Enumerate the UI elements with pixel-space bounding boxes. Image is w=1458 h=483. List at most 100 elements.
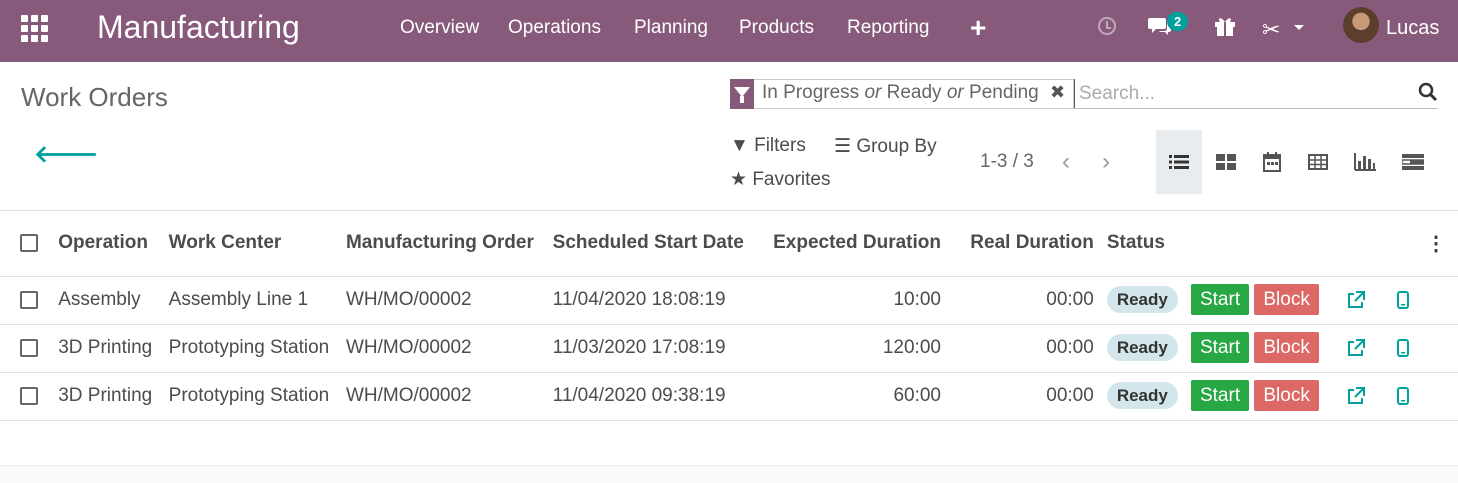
tablet-icon[interactable]	[1396, 290, 1410, 309]
nav-products[interactable]: Products	[739, 17, 814, 39]
filter-icon: ▼	[730, 135, 749, 156]
row-select-cell	[0, 324, 57, 372]
table-row[interactable]: Assembly Assembly Line 1 WH/MO/00002 11/…	[0, 276, 1458, 324]
avatar[interactable]	[1343, 7, 1379, 43]
col-operation[interactable]: Operation	[57, 211, 167, 276]
user-name[interactable]: Lucas	[1386, 17, 1439, 40]
bars-icon: ☰	[834, 136, 852, 157]
pivot-view-icon[interactable]	[1295, 130, 1341, 194]
app-title[interactable]: Manufacturing	[97, 9, 300, 46]
chevron-down-icon[interactable]	[1294, 25, 1304, 30]
cell-start-date: 11/03/2020 17:08:19	[552, 337, 726, 358]
back-arrow-icon[interactable]: 🡐	[34, 139, 98, 169]
col-expected-duration[interactable]: Expected Duration	[759, 211, 953, 276]
start-button[interactable]: Start	[1190, 284, 1250, 315]
kanban-view-icon[interactable]	[1203, 130, 1249, 194]
control-panel: Work Orders 🡐 In Progress or Ready or Pe…	[0, 62, 1458, 211]
tablet-icon[interactable]	[1396, 338, 1410, 357]
cell-mo: WH/MO/00002	[345, 385, 472, 406]
start-button[interactable]: Start	[1190, 380, 1250, 411]
cell-links	[1337, 372, 1425, 420]
nav-operations[interactable]: Operations	[508, 17, 601, 39]
groupby-button[interactable]: ☰ Group By	[834, 135, 937, 158]
facet-remove-icon[interactable]: ✖	[1050, 82, 1065, 102]
graph-view-icon[interactable]	[1342, 130, 1388, 194]
facet-or: or	[946, 82, 964, 103]
apps-menu-icon[interactable]	[21, 15, 48, 42]
list-view-icon[interactable]	[1156, 130, 1202, 194]
chevron-right-icon[interactable]: ›	[1102, 148, 1110, 176]
status-badge: Ready	[1106, 382, 1178, 409]
chat-badge: 2	[1167, 12, 1189, 31]
star-icon: ★	[730, 169, 748, 190]
search-input[interactable]	[1074, 79, 1414, 109]
pager-value[interactable]: 1-3 / 3	[980, 151, 1034, 173]
col-work-center[interactable]: Work Center	[168, 211, 345, 276]
external-link-icon[interactable]	[1346, 290, 1366, 310]
row-checkbox[interactable]	[20, 386, 38, 405]
search-underline	[1074, 108, 1438, 109]
col-links	[1337, 211, 1425, 276]
optional-columns-cell: ⋮	[1425, 211, 1458, 276]
cell-real-duration: 00:00	[1046, 337, 1094, 358]
col-actions	[1191, 211, 1337, 276]
cell-links	[1337, 324, 1425, 372]
cell-mo: WH/MO/00002	[345, 289, 472, 310]
cell-empty	[1425, 324, 1458, 372]
start-button[interactable]: Start	[1190, 332, 1250, 363]
tools-icon[interactable]: ✂	[1262, 17, 1280, 43]
nav-planning[interactable]: Planning	[634, 17, 708, 39]
calendar-view-icon[interactable]	[1249, 130, 1295, 194]
activity-clock-icon[interactable]	[1098, 17, 1116, 35]
nav-overview[interactable]: Overview	[400, 17, 479, 39]
facet-or: or	[864, 82, 882, 103]
col-scheduled-start-date[interactable]: Scheduled Start Date	[552, 211, 759, 276]
col-manufacturing-order[interactable]: Manufacturing Order	[345, 211, 552, 276]
work-orders-table: Operation Work Center Manufacturing Orde…	[0, 211, 1458, 421]
facet-value-ready: Ready	[886, 82, 942, 103]
cell-real-duration: 00:00	[1046, 289, 1094, 310]
cell-links	[1337, 276, 1425, 324]
cell-real-duration: 00:00	[1046, 385, 1094, 406]
search-facet[interactable]: In Progress or Ready or Pending ✖	[754, 79, 1075, 109]
search-icon[interactable]	[1418, 82, 1438, 102]
block-button[interactable]: Block	[1254, 284, 1319, 315]
top-navbar: Manufacturing Overview Operations Planni…	[0, 0, 1458, 62]
filters-label: Filters	[754, 135, 806, 156]
table-row[interactable]: 3D Printing Prototyping Station WH/MO/00…	[0, 372, 1458, 420]
gantt-view-icon[interactable]	[1390, 130, 1436, 194]
row-checkbox[interactable]	[20, 290, 38, 309]
cell-empty	[1425, 372, 1458, 420]
chevron-left-icon[interactable]: ‹	[1062, 148, 1070, 176]
favorites-label: Favorites	[752, 169, 831, 190]
cell-operation: 3D Printing	[58, 337, 153, 358]
table-row[interactable]: 3D Printing Prototyping Station WH/MO/00…	[0, 324, 1458, 372]
list-footer	[0, 465, 1458, 483]
plus-icon[interactable]: +	[970, 12, 986, 44]
groupby-label: Group By	[856, 136, 937, 157]
block-button[interactable]: Block	[1254, 332, 1319, 363]
row-checkbox[interactable]	[20, 338, 38, 357]
col-real-duration[interactable]: Real Duration	[953, 211, 1106, 276]
cell-expected-duration: 60:00	[893, 385, 941, 406]
favorites-button[interactable]: ★ Favorites	[730, 168, 830, 191]
block-button[interactable]: Block	[1254, 380, 1319, 411]
external-link-icon[interactable]	[1346, 338, 1366, 358]
external-link-icon[interactable]	[1346, 386, 1366, 406]
cell-work-center: Assembly Line 1	[168, 289, 309, 310]
cell-actions: Start Block	[1190, 324, 1337, 372]
select-all-checkbox[interactable]	[20, 234, 38, 253]
tablet-icon[interactable]	[1396, 386, 1410, 405]
cell-status: Ready	[1106, 372, 1191, 420]
nav-reporting[interactable]: Reporting	[847, 17, 929, 39]
cell-empty	[1425, 276, 1458, 324]
status-badge: Ready	[1106, 334, 1178, 361]
cell-status: Ready	[1106, 324, 1191, 372]
optional-columns-icon[interactable]: ⋮	[1426, 233, 1446, 255]
status-badge: Ready	[1106, 286, 1178, 313]
cell-actions: Start Block	[1190, 372, 1337, 420]
col-status[interactable]: Status	[1106, 211, 1191, 276]
filters-button[interactable]: ▼ Filters	[730, 135, 806, 157]
gift-icon[interactable]	[1213, 14, 1237, 38]
filter-facet-icon	[730, 79, 754, 109]
